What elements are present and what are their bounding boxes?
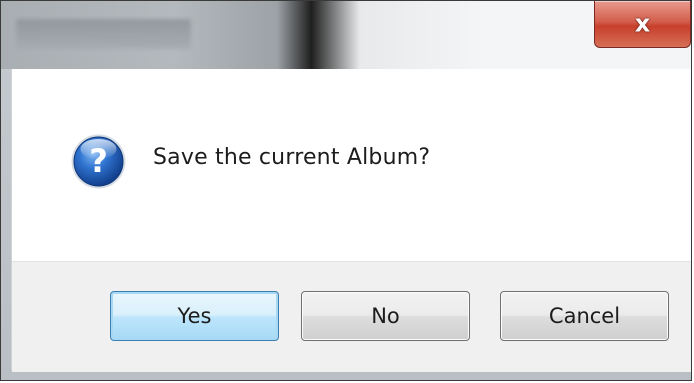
close-button[interactable]: x (594, 1, 691, 48)
question-icon: ? (71, 134, 126, 189)
message-text: Save the current Album? (153, 145, 431, 170)
close-icon: x (634, 9, 651, 38)
button-bar: Yes No Cancel (12, 261, 691, 372)
window-title (16, 19, 191, 49)
dialog-body: ? Save the current Album? Yes No Cancel (11, 69, 691, 372)
yes-button[interactable]: Yes (110, 291, 279, 341)
title-bar[interactable]: x (1, 1, 691, 69)
svg-text:?: ? (89, 142, 108, 180)
no-button[interactable]: No (301, 291, 470, 341)
cancel-button[interactable]: Cancel (500, 291, 669, 341)
message-area: ? Save the current Album? (12, 69, 691, 261)
dialog-window: x ? Save the current Album? Yes No Cance… (0, 0, 692, 381)
